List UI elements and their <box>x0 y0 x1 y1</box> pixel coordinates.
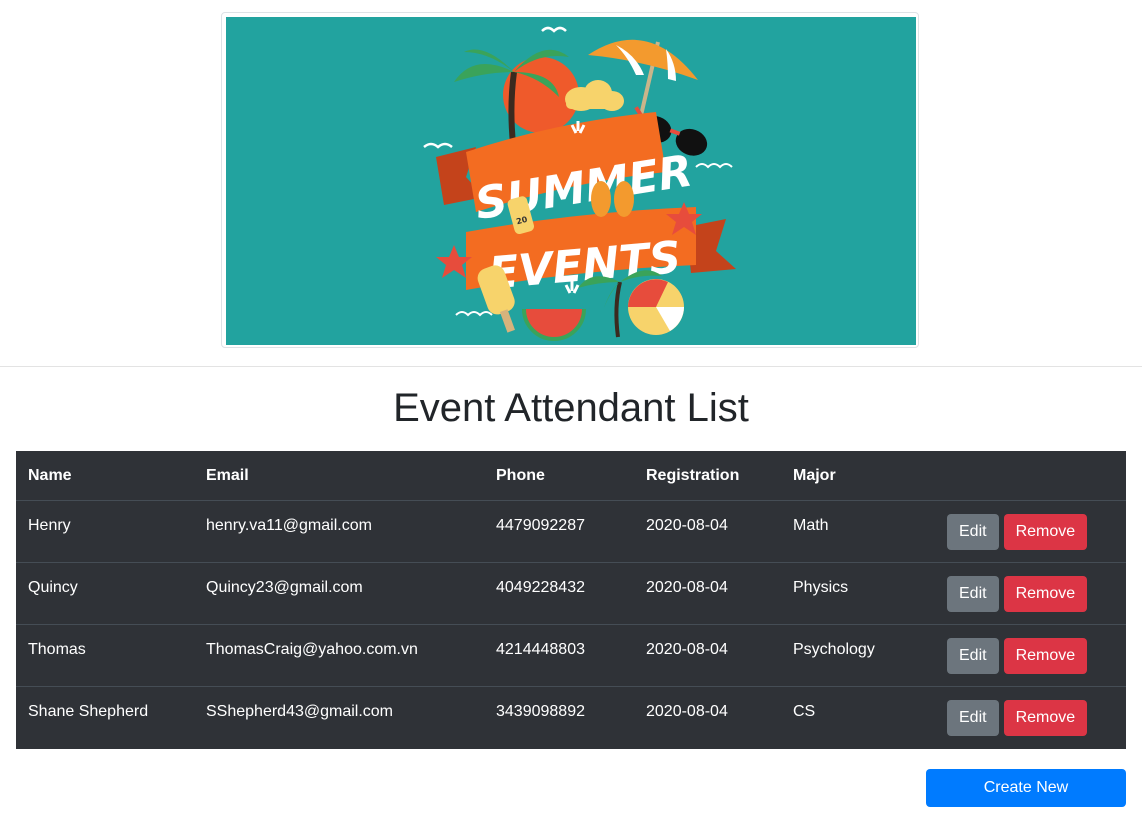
attendant-table: Name Email Phone Registration Major Henr… <box>16 451 1126 749</box>
column-header-name: Name <box>16 451 194 501</box>
cell-major: Psychology <box>781 624 935 687</box>
cell-phone: 3439098892 <box>484 686 634 749</box>
remove-button[interactable]: Remove <box>1003 514 1088 550</box>
cell-email: ThomasCraig@yahoo.com.vn <box>194 624 484 687</box>
column-header-email: Email <box>194 451 484 501</box>
cell-major: Physics <box>781 562 935 625</box>
column-header-major: Major <box>781 451 935 501</box>
summer-events-banner: SUMMER EVENTS 20 <box>226 17 916 345</box>
cell-registration: 2020-08-04 <box>634 562 781 625</box>
cell-email: SShepherd43@gmail.com <box>194 686 484 749</box>
remove-button[interactable]: Remove <box>1003 638 1088 674</box>
table-row: Henry henry.va11@gmail.com 4479092287 20… <box>16 500 1126 563</box>
page-divider <box>0 366 1142 367</box>
cell-name: Shane Shepherd <box>16 686 194 749</box>
cell-registration: 2020-08-04 <box>634 686 781 749</box>
cell-major: Math <box>781 500 935 563</box>
summer-events-illustration: SUMMER EVENTS 20 <box>423 26 736 341</box>
create-new-button[interactable]: Create New <box>926 769 1126 807</box>
cell-phone: 4049228432 <box>484 562 634 625</box>
table-row: Quincy Quincy23@gmail.com 4049228432 202… <box>16 562 1126 625</box>
column-header-registration: Registration <box>634 451 781 501</box>
page-title: Event Attendant List <box>393 386 749 430</box>
cell-actions: Edit Remove <box>935 500 1126 563</box>
cell-registration: 2020-08-04 <box>634 500 781 563</box>
cell-name: Quincy <box>16 562 194 625</box>
cell-major: CS <box>781 686 935 749</box>
edit-button[interactable]: Edit <box>947 576 999 612</box>
cell-phone: 4479092287 <box>484 500 634 563</box>
cell-email: Quincy23@gmail.com <box>194 562 484 625</box>
cell-phone: 4214448803 <box>484 624 634 687</box>
edit-button[interactable]: Edit <box>947 638 999 674</box>
edit-button[interactable]: Edit <box>947 514 999 550</box>
cell-actions: Edit Remove <box>935 686 1126 749</box>
event-banner-frame: SUMMER EVENTS 20 <box>221 12 919 348</box>
column-header-phone: Phone <box>484 451 634 501</box>
cell-name: Henry <box>16 500 194 563</box>
remove-button[interactable]: Remove <box>1003 700 1088 736</box>
table-header-row: Name Email Phone Registration Major <box>16 451 1126 501</box>
remove-button[interactable]: Remove <box>1003 576 1088 612</box>
table-row: Shane Shepherd SShepherd43@gmail.com 343… <box>16 686 1126 749</box>
cell-registration: 2020-08-04 <box>634 624 781 687</box>
cell-actions: Edit Remove <box>935 624 1126 687</box>
cell-actions: Edit Remove <box>935 562 1126 625</box>
edit-button[interactable]: Edit <box>947 700 999 736</box>
column-header-actions <box>935 451 1126 501</box>
cell-name: Thomas <box>16 624 194 687</box>
table-row: Thomas ThomasCraig@yahoo.com.vn 42144488… <box>16 624 1126 687</box>
cell-email: henry.va11@gmail.com <box>194 500 484 563</box>
